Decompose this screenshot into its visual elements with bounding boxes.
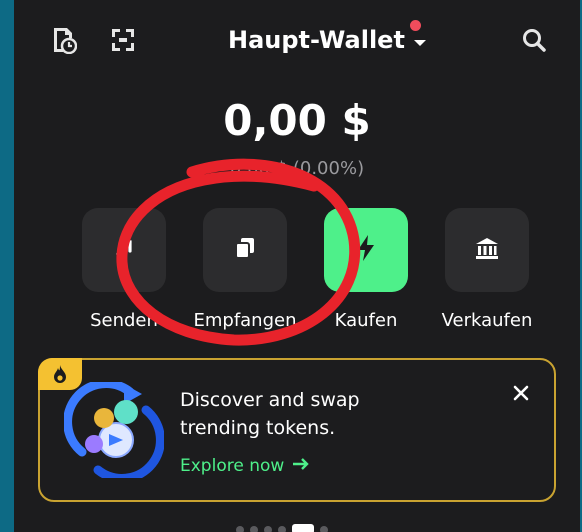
pager-dot[interactable] (278, 526, 286, 532)
send-button-tile[interactable] (82, 208, 166, 292)
pager-dot[interactable] (264, 526, 272, 532)
wallet-name: Haupt-Wallet (228, 26, 405, 54)
history-icon[interactable] (50, 26, 78, 54)
search-icon[interactable] (520, 26, 548, 54)
pager-dot[interactable] (250, 526, 258, 532)
sell-button[interactable]: Verkaufen (437, 208, 537, 331)
send-button[interactable]: Senden (74, 208, 174, 331)
receive-button-tile[interactable] (203, 208, 287, 292)
notification-dot (409, 20, 421, 31)
close-icon[interactable] (510, 382, 532, 404)
carousel-pager[interactable] (236, 524, 328, 532)
pager-dot[interactable] (236, 526, 244, 532)
buy-button-tile[interactable] (324, 208, 408, 292)
send-arrow-icon (111, 235, 137, 265)
wallet-screen: Haupt-Wallet 0,00 $ 0,00 $ (0.00%) Sende… (14, 0, 580, 532)
promo-card[interactable]: Discover and swap trending tokens. Explo… (38, 358, 556, 502)
pager-dot[interactable] (320, 526, 328, 532)
promo-text: Discover and swap trending tokens. (180, 389, 360, 439)
balance-change: 0,00 $ (0.00%) (229, 158, 365, 179)
arrow-right-icon (292, 456, 310, 476)
receive-label: Empfangen (193, 310, 297, 331)
receive-copy-icon (232, 235, 258, 265)
pager-dot-active[interactable] (292, 524, 314, 532)
wallet-selector[interactable]: Haupt-Wallet (228, 20, 427, 58)
sell-label: Verkaufen (441, 310, 533, 331)
explore-now-link[interactable]: Explore now (180, 456, 310, 476)
top-bar: Haupt-Wallet (14, 0, 580, 80)
swap-illustration (63, 379, 165, 483)
bank-icon (474, 235, 500, 265)
send-label: Senden (90, 310, 158, 331)
explore-now-label: Explore now (180, 456, 285, 476)
balance-amount: 0,00 $ (223, 96, 371, 145)
scan-icon[interactable] (109, 26, 137, 54)
sell-button-tile[interactable] (445, 208, 529, 292)
receive-button[interactable]: Empfangen (193, 208, 297, 331)
buy-label: Kaufen (334, 310, 398, 331)
buy-button[interactable]: Kaufen (316, 208, 416, 331)
lightning-icon (354, 234, 378, 266)
